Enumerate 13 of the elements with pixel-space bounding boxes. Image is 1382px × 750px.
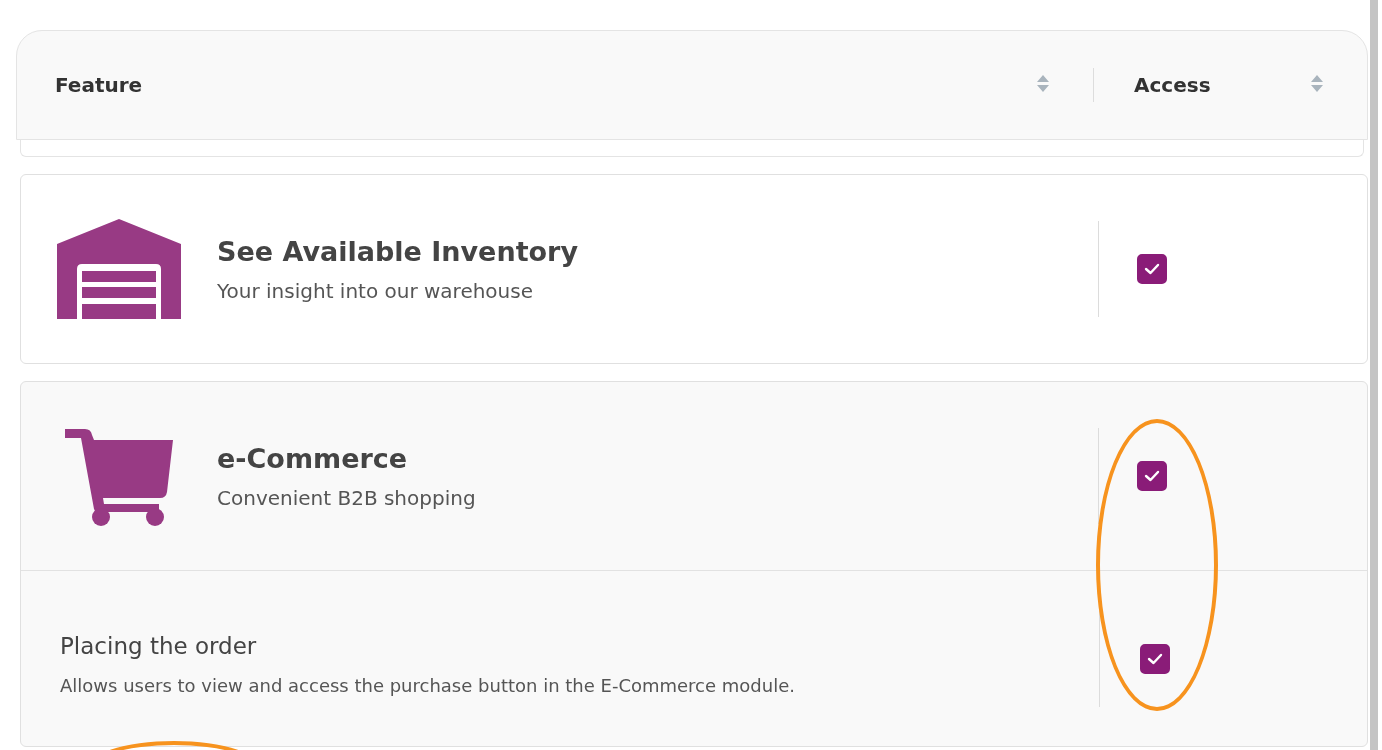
feature-title: See Available Inventory [217, 235, 579, 267]
feature-subtitle: Convenient B2B shopping [217, 485, 476, 510]
scrollbar[interactable] [1370, 0, 1378, 750]
checkbox[interactable] [1140, 643, 1170, 674]
column-header[interactable]: Feature [55, 73, 143, 97]
permission-title: Placing the order [60, 633, 258, 659]
permission-description: Allows users to view and access the purchase button in the E-Commerce module. [60, 675, 796, 696]
feature-subtitle: Your insight into our warehouse [217, 278, 534, 303]
checkbox[interactable] [1137, 461, 1167, 491]
warehouse-icon [57, 219, 181, 319]
checkbox[interactable] [1137, 254, 1167, 284]
column-header[interactable]: Access [1134, 73, 1211, 97]
feature-title: e-Commerce [217, 442, 409, 474]
